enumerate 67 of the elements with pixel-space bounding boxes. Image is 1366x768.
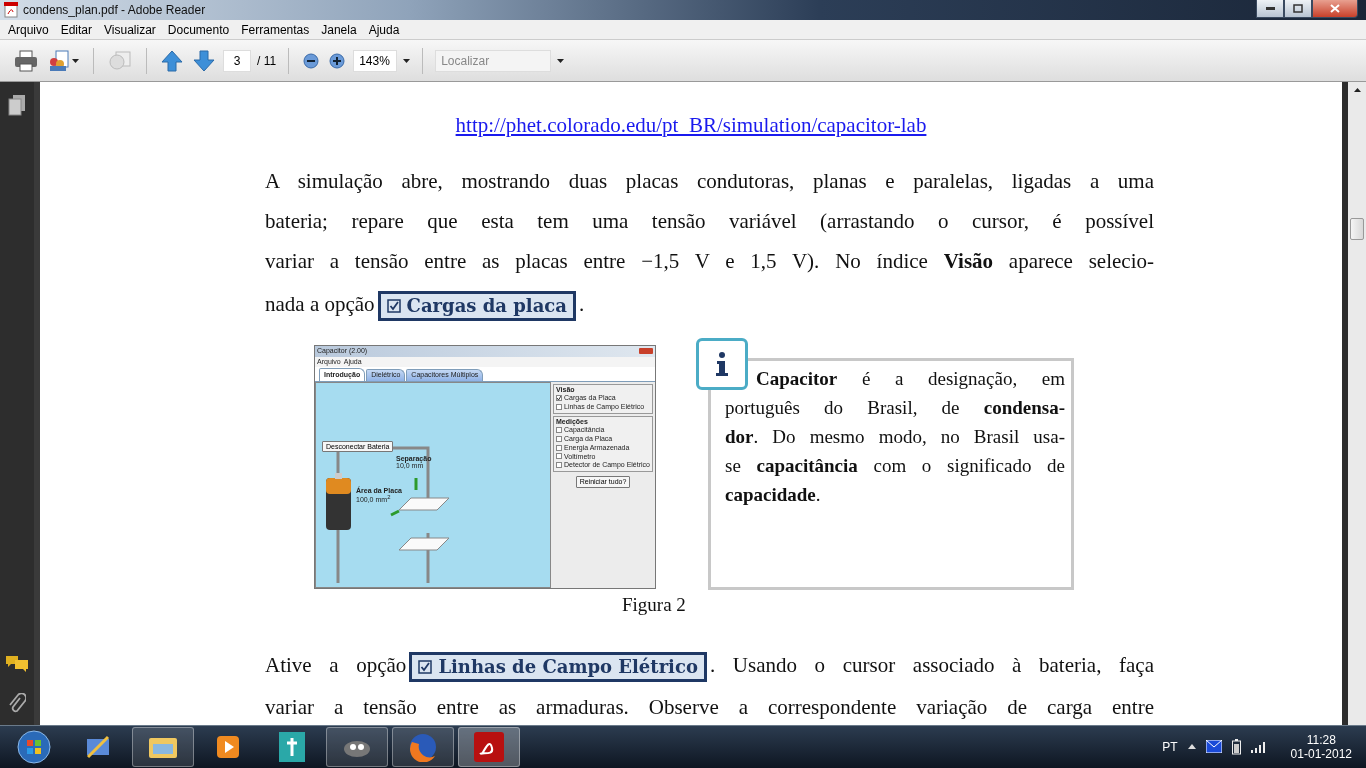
info-icon — [696, 337, 748, 390]
menu-item[interactable]: Editar — [54, 22, 99, 37]
taskbar-app-icon[interactable] — [326, 726, 388, 767]
page-number-field[interactable]: 3 — [223, 49, 251, 72]
scroll-thumb[interactable] — [1350, 217, 1364, 240]
zoom-out-button[interactable] — [301, 50, 322, 71]
maximize-icon — [1293, 4, 1303, 13]
minimize-button[interactable] — [1256, 0, 1284, 18]
info-text: dor. Do mesmo modo, no Brasil usa- — [725, 424, 1065, 449]
checkbox[interactable] — [556, 444, 562, 451]
language-indicator: PT — [1162, 739, 1178, 754]
menu-item[interactable]: Visualizar — [98, 22, 162, 37]
arrow-up-icon — [1353, 87, 1361, 92]
folder-icon[interactable] — [132, 726, 194, 767]
zoom-in-button[interactable] — [327, 50, 348, 71]
body-text: variar a tensão entre as placas entre −1,5 V e 1,5 V). No índice Visão aparece selecio- — [265, 248, 1154, 273]
checkbox[interactable] — [556, 453, 562, 460]
pdf-app-icon[interactable] — [458, 726, 520, 767]
body-text: . Usando o cursor associado à bateria, faça — [709, 652, 1154, 677]
body-text: nada a opção — [265, 291, 375, 316]
checkbox[interactable] — [556, 435, 562, 442]
option-label: Cargas da placa — [377, 290, 576, 321]
info-text: português do Brasil, de condensa- — [725, 395, 1065, 420]
option-label: Linhas de Campo Elétrico — [409, 651, 707, 682]
clock-date: 01-01-2012 — [1290, 746, 1352, 761]
body-text: A simulação abre, mostrando duas placas condutoras, planas e paralelas, ligadas a uma — [265, 168, 1154, 193]
page-count: / 11 — [257, 53, 277, 68]
browser-icon[interactable] — [392, 726, 454, 767]
menu-item[interactable]: Ferramentas — [235, 22, 316, 37]
menu-item[interactable]: Documento — [161, 22, 236, 37]
paperclip-icon[interactable] — [8, 692, 26, 715]
body-text: . — [578, 291, 585, 316]
close-icon — [1330, 4, 1340, 13]
zoom-field[interactable]: 143% — [353, 49, 398, 72]
body-text: Ative a opção — [265, 652, 407, 677]
print-button[interactable] — [12, 47, 40, 74]
maximize-button[interactable] — [1284, 0, 1312, 18]
checkbox[interactable] — [556, 427, 562, 434]
body-text: bateria; repare que esta tem uma tensão variável (arrastando o cursor, é possível — [265, 208, 1154, 233]
minimize-icon — [1265, 6, 1275, 11]
clock-time: 11:28 — [1306, 732, 1336, 747]
caret-icon — [72, 58, 79, 63]
dropdown-icon[interactable] — [557, 58, 565, 63]
signal-icon[interactable] — [1250, 740, 1267, 753]
pdf-icon — [4, 1, 18, 18]
checkbox[interactable] — [556, 462, 562, 469]
comments-icon[interactable] — [5, 654, 29, 673]
mail-icon[interactable] — [1205, 740, 1222, 754]
window-title: condens_plan.pdf - Adobe Reader — [23, 2, 207, 17]
figure-caption: Figura 2 — [622, 594, 687, 615]
close-button[interactable] — [639, 348, 653, 355]
hyperlink[interactable]: http://phet.colorado.edu/pt_BR/simulation/capacitor-lab — [455, 109, 927, 140]
info-text: Capacitor é a designação, em — [755, 366, 1065, 391]
checkbox[interactable] — [556, 403, 562, 410]
tray-expand-icon[interactable] — [1187, 744, 1196, 750]
checkbox[interactable] — [556, 395, 562, 402]
next-page-button[interactable] — [191, 47, 217, 74]
info-text: se capacitância com o significado de — [725, 453, 1065, 478]
body-text: variar a tensão entre as armaduras. Observe a correspondente variação de carga entre — [265, 694, 1154, 719]
menu-item[interactable]: Janela — [315, 22, 363, 37]
menu-item[interactable]: Arquivo — [2, 22, 55, 37]
battery-icon[interactable] — [1231, 738, 1241, 755]
info-text: capacidade. — [725, 482, 822, 507]
close-button[interactable] — [1312, 0, 1358, 18]
menu-item[interactable]: Ajuda — [362, 22, 406, 37]
dropdown-icon[interactable] — [403, 58, 411, 63]
pages-icon[interactable] — [8, 93, 26, 116]
